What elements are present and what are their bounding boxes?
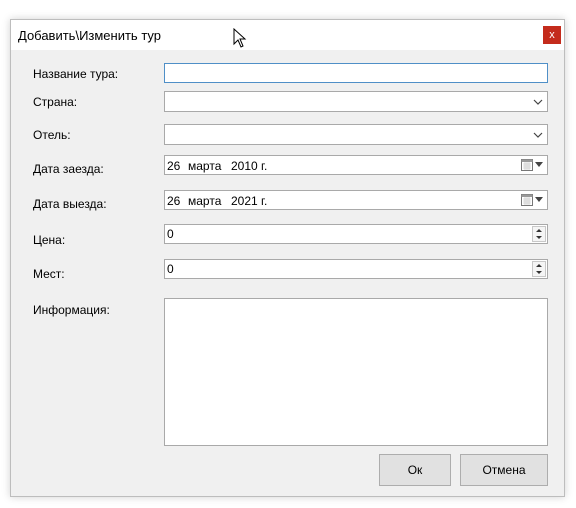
add-edit-tour-dialog: Добавить\Изменить тур x Название тура: С… bbox=[10, 19, 565, 497]
departure-day: 26 bbox=[167, 194, 181, 208]
departure-date-label: Дата выезда: bbox=[33, 197, 107, 211]
info-textarea[interactable] bbox=[164, 298, 548, 446]
tour-name-input[interactable] bbox=[164, 63, 548, 83]
cancel-button[interactable]: Отмена bbox=[460, 454, 548, 486]
price-label: Цена: bbox=[33, 233, 66, 247]
country-label: Страна: bbox=[33, 95, 78, 109]
departure-month: марта bbox=[188, 194, 222, 208]
title-bar[interactable]: Добавить\Изменить тур x bbox=[11, 20, 564, 50]
ok-button[interactable]: Ок bbox=[379, 454, 451, 486]
price-stepper[interactable]: 0 bbox=[164, 224, 548, 244]
seats-stepper[interactable]: 0 bbox=[164, 259, 548, 279]
hotel-label: Отель: bbox=[33, 128, 71, 142]
seats-value: 0 bbox=[167, 262, 174, 276]
arrival-year: 2010 г. bbox=[231, 159, 268, 173]
chevron-down-icon[interactable] bbox=[535, 197, 543, 203]
seats-label: Мест: bbox=[33, 267, 65, 281]
chevron-down-icon bbox=[533, 132, 543, 138]
calendar-icon[interactable] bbox=[521, 159, 533, 171]
spin-down-icon[interactable] bbox=[533, 269, 545, 276]
chevron-down-icon[interactable] bbox=[535, 162, 543, 168]
mouse-cursor-icon bbox=[233, 28, 247, 48]
tour-name-label: Название тура: bbox=[33, 67, 119, 81]
country-select[interactable] bbox=[164, 91, 548, 112]
close-button[interactable]: x bbox=[543, 26, 561, 44]
dialog-title: Добавить\Изменить тур bbox=[18, 28, 161, 43]
arrival-month: марта bbox=[188, 159, 222, 173]
close-icon: x bbox=[549, 29, 555, 41]
spin-down-icon[interactable] bbox=[533, 234, 545, 241]
arrival-day: 26 bbox=[167, 159, 181, 173]
spin-up-icon[interactable] bbox=[533, 262, 545, 269]
spin-up-icon[interactable] bbox=[533, 227, 545, 234]
price-spin-buttons[interactable] bbox=[532, 226, 546, 242]
arrival-date-label: Дата заезда: bbox=[33, 162, 104, 176]
departure-year: 2021 г. bbox=[231, 194, 268, 208]
chevron-down-icon bbox=[533, 99, 543, 105]
price-value: 0 bbox=[167, 227, 174, 241]
calendar-icon[interactable] bbox=[521, 194, 533, 206]
departure-date-picker[interactable]: 26 марта 2021 г. bbox=[164, 190, 548, 210]
info-label: Информация: bbox=[33, 303, 110, 317]
seats-spin-buttons[interactable] bbox=[532, 261, 546, 277]
arrival-date-picker[interactable]: 26 марта 2010 г. bbox=[164, 155, 548, 175]
hotel-select[interactable] bbox=[164, 124, 548, 145]
